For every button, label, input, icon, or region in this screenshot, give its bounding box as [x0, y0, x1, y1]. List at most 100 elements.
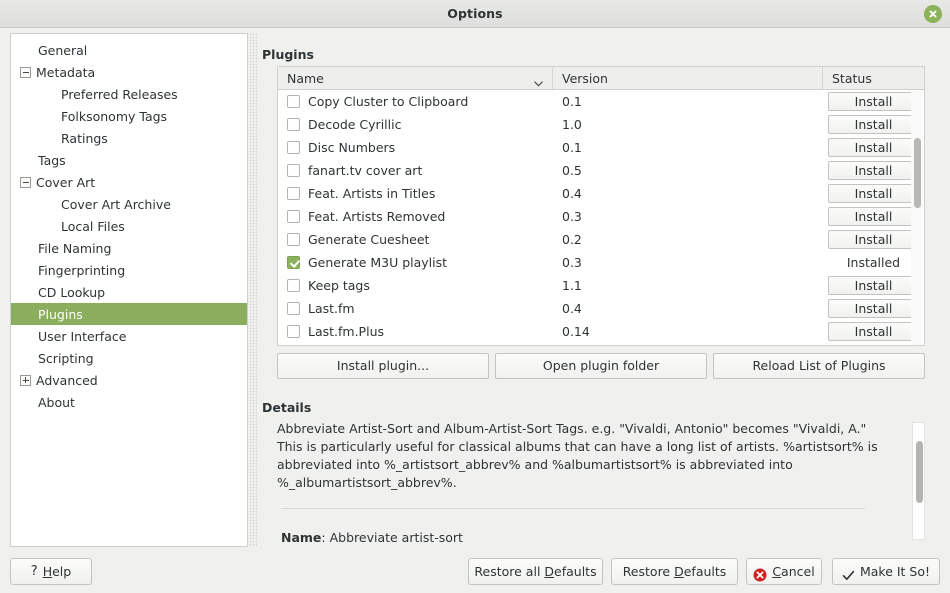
sidebar-item-folksonomy-tags[interactable]: Folksonomy Tags — [11, 105, 247, 127]
table-row[interactable]: Generate Cuesheet 0.2 Install — [278, 228, 924, 251]
collapse-icon[interactable] — [20, 66, 31, 78]
check-icon — [842, 565, 855, 580]
plugin-name-label: Last.fm — [308, 301, 355, 316]
plugin-name-label: Feat. Artists in Titles — [308, 186, 436, 201]
plugin-status-cell: Install — [823, 230, 924, 249]
install-button[interactable]: Install — [827, 299, 920, 318]
details-scrollbar-thumb[interactable] — [916, 441, 923, 503]
column-header-name-label: Name — [287, 70, 324, 86]
sidebar-item-advanced[interactable]: Advanced — [11, 369, 247, 391]
plugins-table-scrollbar[interactable] — [911, 91, 923, 345]
plugin-enable-checkbox[interactable] — [287, 302, 300, 315]
plugins-table[interactable]: Name Version Status Copy Cluster to Clip… — [277, 66, 925, 346]
plugins-pane: Plugins Name Version Status Copy Cluster… — [260, 28, 940, 549]
sidebar-item-user-interface[interactable]: User Interface — [11, 325, 247, 347]
close-icon[interactable] — [924, 5, 942, 23]
table-row[interactable]: Generate M3U playlist 0.3 Installed — [278, 251, 924, 274]
plugin-enable-checkbox[interactable] — [287, 141, 300, 154]
sidebar-item-fingerprinting[interactable]: Fingerprinting — [11, 259, 247, 281]
details-scrollbar[interactable] — [912, 422, 925, 540]
sidebar-item-tags[interactable]: Tags — [11, 149, 247, 171]
details-panel: Abbreviate Artist-Sort and Album-Artist-… — [277, 418, 925, 549]
install-button[interactable]: Install — [827, 230, 920, 249]
install-button[interactable]: Install — [827, 92, 920, 111]
column-header-version[interactable]: Version — [553, 67, 823, 89]
settings-category-tree[interactable]: General Metadata Preferred Releases Folkson… — [10, 33, 248, 547]
status-installed-label: Installed — [846, 255, 901, 270]
table-row[interactable]: Disc Numbers 0.1 Install — [278, 136, 924, 159]
plugins-table-body: Copy Cluster to Clipboard 0.1 Install Decod… — [278, 90, 924, 343]
plugin-name-cell: Last.fm — [278, 301, 553, 316]
install-button[interactable]: Install — [827, 115, 920, 134]
restore-all-defaults-button[interactable]: Restore all Defaults — [468, 558, 603, 585]
install-button[interactable]: Install — [827, 184, 920, 203]
make-it-so-button[interactable]: Make It So! — [832, 558, 940, 585]
install-button[interactable]: Install — [827, 322, 920, 341]
plugin-action-open-plugin-folder[interactable]: Open plugin folder — [495, 353, 707, 379]
sidebar-item-label: Local Files — [61, 218, 125, 234]
install-button[interactable]: Install — [827, 161, 920, 180]
table-row[interactable]: Feat. Artists in Titles 0.4 Install — [278, 182, 924, 205]
table-row[interactable]: Last.fm 0.4 Install — [278, 297, 924, 320]
column-header-name[interactable]: Name — [278, 67, 553, 89]
sidebar-item-label: User Interface — [38, 328, 127, 344]
cancel-button[interactable]: Cancel — [746, 558, 822, 585]
restore-defaults-button[interactable]: Restore Defaults — [611, 558, 738, 585]
plugin-action-install-plugin[interactable]: Install plugin... — [277, 353, 489, 379]
sidebar-item-preferred-releases[interactable]: Preferred Releases — [11, 83, 247, 105]
sidebar-item-cd-lookup[interactable]: CD Lookup — [11, 281, 247, 303]
plugin-enable-checkbox[interactable] — [287, 164, 300, 177]
plugin-status-cell: Install — [823, 115, 924, 134]
sidebar-item-label: General — [38, 42, 88, 58]
window-titlebar: Options — [0, 0, 950, 28]
table-row[interactable]: Copy Cluster to Clipboard 0.1 Install — [278, 90, 924, 113]
plugins-table-scrollbar-thumb[interactable] — [914, 138, 921, 208]
plugin-version-cell: 0.14 — [562, 324, 590, 339]
sidebar-item-about[interactable]: About — [11, 391, 247, 413]
table-row[interactable]: fanart.tv cover art 0.5 Install — [278, 159, 924, 182]
plugin-enable-checkbox[interactable] — [287, 325, 300, 338]
plugin-enable-checkbox[interactable] — [287, 95, 300, 108]
plugin-version-cell: 0.1 — [562, 94, 582, 109]
plugin-action-reload-list-of-plugins[interactable]: Reload List of Plugins — [713, 353, 925, 379]
help-button[interactable]: ? Help — [10, 558, 92, 585]
expand-icon[interactable] — [20, 374, 31, 386]
chevron-down-icon[interactable] — [534, 75, 543, 87]
plugin-enable-checkbox[interactable] — [287, 256, 300, 269]
window-title: Options — [447, 6, 503, 21]
plugin-actions-row: Install plugin... Open plugin folder Reloa… — [277, 353, 925, 379]
install-button[interactable]: Install — [827, 207, 920, 226]
sidebar-item-cover-art-archive[interactable]: Cover Art Archive — [11, 193, 247, 215]
sidebar-item-scripting[interactable]: Scripting — [11, 347, 247, 369]
sidebar-item-cover-art[interactable]: Cover Art — [11, 171, 247, 193]
table-row[interactable]: Decode Cyrillic 1.0 Install — [278, 113, 924, 136]
sidebar-item-general[interactable]: General — [11, 39, 247, 61]
plugin-name-cell: Generate Cuesheet — [278, 232, 553, 247]
plugin-name-label: Last.fm.Plus — [308, 324, 385, 339]
plugin-enable-checkbox[interactable] — [287, 279, 300, 292]
sidebar-item-local-files[interactable]: Local Files — [11, 215, 247, 237]
install-button[interactable]: Install — [827, 138, 920, 157]
column-header-status[interactable]: Status — [823, 67, 924, 89]
sidebar-item-file-naming[interactable]: File Naming — [11, 237, 247, 259]
install-button[interactable]: Install — [827, 276, 920, 295]
sidebar-resize-grip[interactable] — [249, 33, 257, 547]
restore-all-post: efaults — [554, 564, 597, 579]
sidebar-item-metadata[interactable]: Metadata — [11, 61, 247, 83]
plugin-enable-checkbox[interactable] — [287, 210, 300, 223]
sidebar-item-ratings[interactable]: Ratings — [11, 127, 247, 149]
table-row[interactable]: Last.fm.Plus 0.14 Install — [278, 320, 924, 343]
plugin-enable-checkbox[interactable] — [287, 118, 300, 131]
plugin-status-cell: Install — [823, 276, 924, 295]
plugin-name-cell: Last.fm.Plus — [278, 324, 553, 339]
plugin-name-cell: Generate M3U playlist — [278, 255, 553, 270]
table-row[interactable]: Feat. Artists Removed 0.3 Install — [278, 205, 924, 228]
table-row[interactable]: Keep tags 1.1 Install — [278, 274, 924, 297]
plugin-name-label: Generate M3U playlist — [308, 255, 448, 270]
cancel-label: ancel — [781, 564, 815, 579]
sidebar-item-plugins[interactable]: Plugins — [11, 303, 247, 325]
collapse-icon[interactable] — [20, 176, 31, 188]
plugin-name-label: fanart.tv cover art — [308, 163, 423, 178]
plugin-enable-checkbox[interactable] — [287, 233, 300, 246]
plugin-enable-checkbox[interactable] — [287, 187, 300, 200]
